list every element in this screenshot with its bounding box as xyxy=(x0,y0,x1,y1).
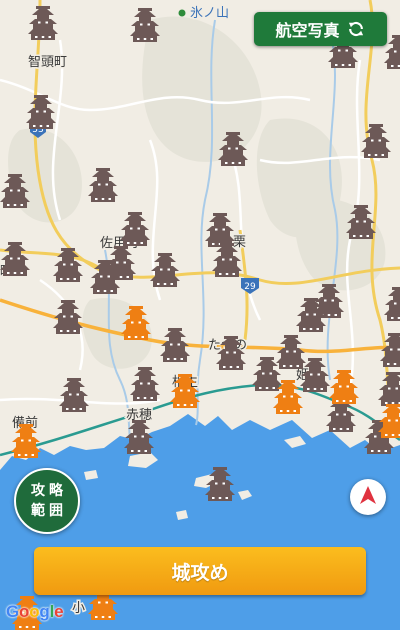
google-logo: Google xyxy=(6,602,64,621)
svg-text:29: 29 xyxy=(244,282,256,292)
castle-attack-button[interactable]: 城攻め xyxy=(34,547,366,595)
castle-attack-label: 城攻め xyxy=(171,561,229,584)
label-chizu: 智頭町 xyxy=(28,55,67,70)
compass-button[interactable] xyxy=(350,479,386,515)
peak-marker xyxy=(178,9,186,17)
label-hyonosen: 氷ノ山 xyxy=(190,6,229,21)
aerial-photo-label: 航空写真 xyxy=(275,21,340,40)
label-kuri: 栗 xyxy=(233,235,246,250)
refresh-icon xyxy=(346,19,366,39)
north-arrow-icon xyxy=(359,485,377,509)
map-view[interactable]: 53 29 氷ノ山 智頭町 佐用町 栗 たつの 相生 赤穂 備前 姫 町 小 xyxy=(0,0,400,630)
attack-range-label-line1: 攻略 xyxy=(31,483,67,499)
aerial-photo-button[interactable]: 航空写真 xyxy=(254,12,387,46)
label-ko: 小 xyxy=(72,601,85,616)
attack-range-button[interactable]: 攻略 範囲 xyxy=(14,468,80,534)
attack-range-label-line2: 範囲 xyxy=(31,503,67,519)
